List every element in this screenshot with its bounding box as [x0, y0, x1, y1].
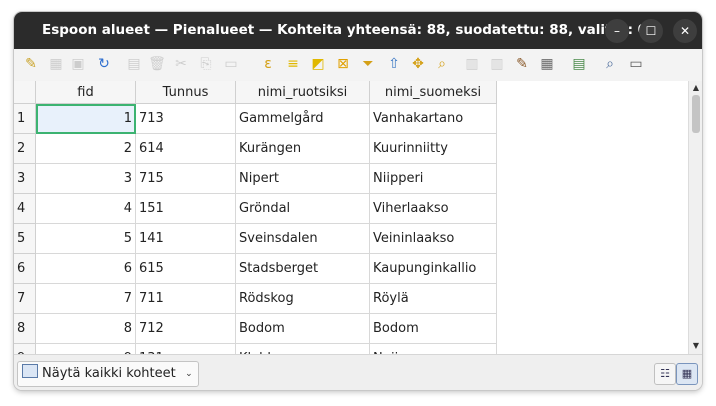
cut-icon[interactable]: ✂ [172, 55, 190, 73]
row-header[interactable]: 2 [14, 134, 36, 164]
table-view-button[interactable]: ▦ [676, 363, 698, 385]
table-cell-tunnus[interactable]: 614 [136, 134, 236, 164]
column-header-tunnus[interactable]: Tunnus [136, 81, 236, 104]
toggle-editing-icon[interactable]: ✎ [22, 55, 40, 73]
table-cell-suomi[interactable]: Niipperi [370, 164, 497, 194]
table-cell-suomi[interactable]: Vanhakartano [370, 104, 497, 134]
table-cell-suomi[interactable]: Veininlaakso [370, 224, 497, 254]
table-cell-fid[interactable]: 6 [36, 254, 136, 284]
bottom-bar: Näytä kaikki kohteet ⌄ ☷ ▦ [14, 354, 702, 390]
row-header[interactable]: 1 [14, 104, 36, 134]
table-cell-suomi[interactable]: Röylä [370, 284, 497, 314]
row-header[interactable]: 6 [14, 254, 36, 284]
table-cell-fid[interactable]: 7 [36, 284, 136, 314]
form-view-button[interactable]: ☷ [654, 363, 676, 385]
save-edits-icon[interactable]: ▣ [69, 55, 87, 73]
vertical-scrollbar[interactable]: ▲ ▼ [688, 81, 702, 354]
table-cell-tunnus[interactable]: 141 [136, 224, 236, 254]
row-header[interactable]: 9 [14, 344, 36, 354]
field-calculator-icon[interactable]: ▦ [538, 55, 556, 73]
dock-table-icon[interactable]: ▭ [627, 55, 645, 73]
window-title: Espoon alueet — Pienalueet — Kohteita yh… [42, 22, 648, 38]
row-header[interactable]: 8 [14, 314, 36, 344]
table-cell-tunnus[interactable]: 715 [136, 164, 236, 194]
row-header[interactable]: 3 [14, 164, 36, 194]
actions-icon[interactable]: ⌕ [601, 55, 619, 73]
table-cell-tunnus[interactable]: 615 [136, 254, 236, 284]
table-cell-ruotsi[interactable]: Kurängen [236, 134, 370, 164]
table-cell-tunnus[interactable]: 712 [136, 314, 236, 344]
title-bar[interactable]: Espoon alueet — Pienalueet — Kohteita yh… [14, 12, 702, 49]
attribute-toolbar: ✎ ▦ ▣ ↻ ▤ 🗑 ✂ ⎘ ▭ ε ≡ ◩ ⊠ ⏷ ⇧ ✥ ⌕ ▥ ▥ ✎ ▦ ▤ ⌕ ▭ [14, 49, 702, 82]
table-cell-ruotsi[interactable]: Gammelgård [236, 104, 370, 134]
filter-select-icon[interactable]: ⏷ [359, 55, 377, 73]
conditional-formatting-icon[interactable]: ▤ [570, 55, 588, 73]
delete-feature-icon[interactable]: 🗑 [148, 55, 166, 73]
scroll-down-icon[interactable]: ▼ [691, 340, 701, 352]
table-cell-suomi[interactable]: Viherlaakso [370, 194, 497, 224]
table-cell-ruotsi[interactable]: Klobb... [236, 344, 370, 354]
add-feature-icon[interactable]: ▤ [125, 55, 143, 73]
paste-icon[interactable]: ▭ [222, 55, 240, 73]
scroll-up-icon[interactable]: ▲ [691, 82, 701, 94]
table-cell-fid[interactable]: 2 [36, 134, 136, 164]
show-all-features-dropdown[interactable]: Näytä kaikki kohteet ⌄ [17, 361, 199, 387]
table-cell-suomi[interactable]: Kuurinniitty [370, 134, 497, 164]
table-cell-tunnus[interactable]: 711 [136, 284, 236, 314]
delete-field-icon[interactable]: ▥ [488, 55, 506, 73]
select-by-expression-icon[interactable]: ε [259, 55, 277, 73]
toggle-multi-edit-icon[interactable]: ▦ [47, 55, 65, 73]
maximize-button[interactable]: ☐ [639, 19, 663, 43]
move-selection-top-icon[interactable]: ⇧ [385, 55, 403, 73]
table-filter-icon [22, 364, 38, 378]
deselect-all-icon[interactable]: ⊠ [334, 55, 352, 73]
select-all-icon[interactable]: ≡ [284, 55, 302, 73]
minimize-button[interactable]: – [605, 19, 629, 43]
table-cell-ruotsi[interactable]: Nipert [236, 164, 370, 194]
table-cell-fid[interactable]: 1 [36, 104, 136, 134]
open-field-calculator-icon[interactable]: ✎ [513, 55, 531, 73]
column-header-nimi_ruotsiksi[interactable]: nimi_ruotsiksi [236, 81, 370, 104]
chevron-down-icon: ⌄ [185, 369, 193, 379]
reload-icon[interactable]: ↻ [95, 55, 113, 73]
invert-selection-icon[interactable]: ◩ [309, 55, 327, 73]
table-cell-tunnus[interactable]: 151 [136, 194, 236, 224]
pan-to-selected-icon[interactable]: ✥ [409, 55, 427, 73]
zoom-to-selected-icon[interactable]: ⌕ [433, 55, 451, 73]
close-button[interactable]: ✕ [673, 19, 697, 43]
table-cell-fid[interactable]: 3 [36, 164, 136, 194]
column-header-fid[interactable]: fid [36, 81, 136, 104]
table-cell-fid[interactable]: 9 [36, 344, 136, 354]
copy-icon[interactable]: ⎘ [197, 55, 215, 73]
table-corner[interactable] [14, 81, 36, 104]
row-header[interactable]: 7 [14, 284, 36, 314]
column-header-nimi_suomeksi[interactable]: nimi_suomeksi [370, 81, 497, 104]
table-cell-ruotsi[interactable]: Gröndal [236, 194, 370, 224]
table-cell-ruotsi[interactable]: Sveinsdalen [236, 224, 370, 254]
table-cell-fid[interactable]: 5 [36, 224, 136, 254]
table-cell-ruotsi[interactable]: Stadsberget [236, 254, 370, 284]
attribute-table-window: Espoon alueet — Pienalueet — Kohteita yh… [14, 12, 702, 390]
scrollbar-thumb[interactable] [692, 95, 700, 133]
show-all-label: Näytä kaikki kohteet [42, 366, 176, 381]
table-cell-tunnus[interactable]: 131 [136, 344, 236, 354]
table-cell-suomi[interactable]: Bodom [370, 314, 497, 344]
new-field-icon[interactable]: ▥ [463, 55, 481, 73]
table-cell-ruotsi[interactable]: Rödskog [236, 284, 370, 314]
table-cell-ruotsi[interactable]: Bodom [236, 314, 370, 344]
table-cell-tunnus[interactable]: 713 [136, 104, 236, 134]
attribute-table: fid Tunnus nimi_ruotsiksi nimi_suomeksi 1 1 71… [14, 81, 688, 354]
table-cell-fid[interactable]: 8 [36, 314, 136, 344]
row-header[interactable]: 5 [14, 224, 36, 254]
table-cell-suomi[interactable]: Nuija... [370, 344, 497, 354]
table-cell-suomi[interactable]: Kaupunginkallio [370, 254, 497, 284]
table-cell-fid[interactable]: 4 [36, 194, 136, 224]
row-header[interactable]: 4 [14, 194, 36, 224]
